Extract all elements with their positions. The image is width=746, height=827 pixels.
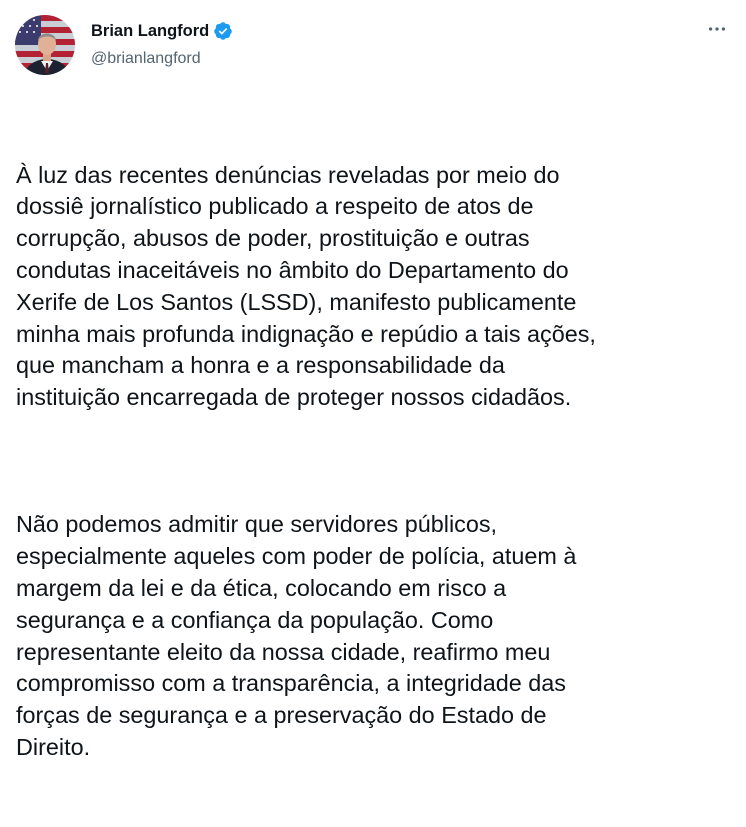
avatar-image	[15, 15, 75, 75]
more-horizontal-icon[interactable]	[702, 14, 732, 44]
tweet-paragraph: Não podemos admitir que servidores públi…	[16, 511, 577, 760]
author-handle[interactable]: @brianlangford	[91, 50, 233, 68]
author-display-name[interactable]: Brian Langford	[91, 22, 209, 41]
author-info: Brian Langford @brianlangford	[91, 20, 233, 68]
name-row: Brian Langford	[91, 20, 233, 42]
verified-badge-icon[interactable]	[213, 21, 233, 41]
tweet-text: À luz das recentes denúncias reveladas p…	[16, 96, 730, 827]
tweet-card: Brian Langford @brianlangford À luz das …	[0, 0, 746, 760]
author-avatar[interactable]	[15, 15, 75, 75]
tweet-paragraph: À luz das recentes denúncias reveladas p…	[16, 161, 596, 411]
